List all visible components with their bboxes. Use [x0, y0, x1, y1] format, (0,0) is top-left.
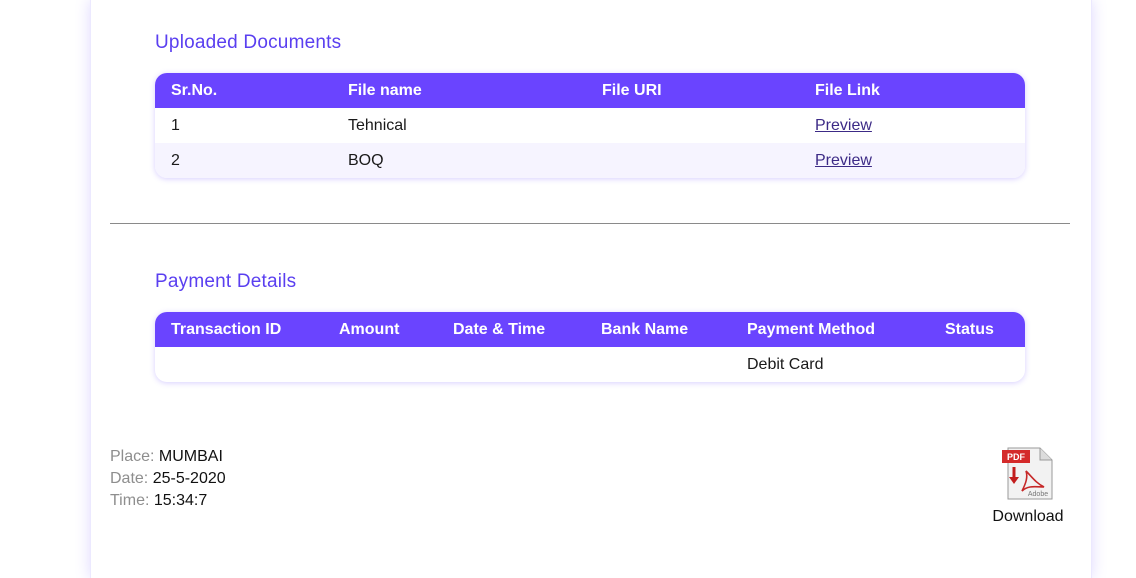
- row-sr-no: 1: [171, 116, 180, 134]
- header-file-uri: File URI: [602, 81, 662, 99]
- svg-text:PDF: PDF: [1007, 452, 1026, 462]
- header-file-link: File Link: [815, 81, 880, 99]
- header-sr-no: Sr.No.: [171, 81, 218, 99]
- preview-link[interactable]: Preview: [815, 152, 872, 170]
- svg-text:Adobe: Adobe: [1028, 491, 1048, 498]
- place-value: MUMBAI: [158, 448, 223, 465]
- table-row: Debit Card: [155, 347, 1025, 382]
- place-label: Place:: [110, 448, 155, 465]
- payment-table-header: Transaction ID Amount Date & Time Bank N…: [155, 312, 1025, 347]
- date-label: Date:: [110, 470, 149, 487]
- download-label[interactable]: Download: [985, 508, 1071, 526]
- header-status: Status: [945, 320, 994, 338]
- date-line: Date: 25-5-2020: [110, 470, 226, 488]
- documents-table-header: Sr.No. File name File URI File Link: [155, 73, 1025, 108]
- row-payment-method: Debit Card: [747, 355, 824, 373]
- table-row: 1 Tehnical Preview: [155, 108, 1025, 143]
- documents-table: Sr.No. File name File URI File Link 1 Te…: [155, 73, 1025, 178]
- place-line: Place: MUMBAI: [110, 448, 223, 466]
- time-line: Time: 15:34:7: [110, 492, 207, 510]
- time-label: Time:: [110, 492, 150, 509]
- header-payment-method: Payment Method: [747, 320, 876, 338]
- header-bank-name: Bank Name: [601, 320, 689, 338]
- table-row: 2 BOQ Preview: [155, 143, 1025, 178]
- header-amount: Amount: [339, 320, 400, 338]
- documents-section-title: Uploaded Documents: [155, 32, 342, 53]
- section-divider: [110, 223, 1070, 224]
- row-sr-no: 2: [171, 151, 180, 169]
- header-file-name: File name: [348, 81, 422, 99]
- download-button[interactable]: PDF Adobe Download: [985, 447, 1071, 526]
- header-transaction-id: Transaction ID: [171, 320, 282, 338]
- date-value: 25-5-2020: [152, 470, 226, 487]
- time-value: 15:34:7: [153, 492, 208, 509]
- row-file-name: BOQ: [348, 151, 384, 169]
- payment-table: Transaction ID Amount Date & Time Bank N…: [155, 312, 1025, 382]
- header-date-time: Date & Time: [453, 320, 546, 338]
- preview-link[interactable]: Preview: [815, 117, 872, 135]
- pdf-file-icon[interactable]: PDF Adobe: [1000, 447, 1056, 505]
- payment-section-title: Payment Details: [155, 271, 297, 292]
- row-file-name: Tehnical: [348, 116, 407, 134]
